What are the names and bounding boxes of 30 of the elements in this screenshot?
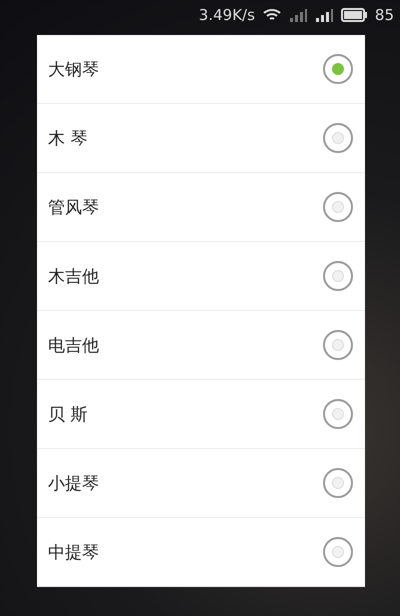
radio-button[interactable] [323,123,353,153]
option-label: 贝 斯 [48,404,88,426]
option-label: 管风琴 [48,196,99,218]
radio-button[interactable] [323,330,353,360]
option-label: 大钢琴 [48,58,99,80]
battery-level: 85 [374,6,394,24]
option-row[interactable]: 管风琴 [37,173,365,242]
option-label: 木吉他 [48,266,99,288]
signal-icon [314,8,333,22]
signal-icon [288,8,307,22]
network-speed: 3.49K/s [198,6,255,24]
option-row[interactable]: 木 琴 [37,104,365,173]
radio-button[interactable] [323,192,353,222]
option-label: 小提琴 [48,472,99,494]
wifi-icon [262,8,281,22]
option-label: 中提琴 [48,542,99,564]
option-label: 电吉他 [48,334,99,356]
option-row[interactable]: 大钢琴 [37,35,365,104]
radio-button[interactable] [323,468,353,498]
option-label: 木 琴 [48,128,88,150]
option-row[interactable]: 贝 斯 [37,380,365,449]
option-row[interactable]: 小提琴 [37,449,365,518]
option-row[interactable]: 电吉他 [37,311,365,380]
option-row[interactable]: 木吉他 [37,242,365,311]
radio-button[interactable] [323,537,353,567]
option-row[interactable]: 中提琴 [37,518,365,587]
battery-icon [340,8,367,22]
radio-button[interactable] [323,399,353,429]
radio-button[interactable] [323,54,353,84]
radio-button[interactable] [323,261,353,291]
